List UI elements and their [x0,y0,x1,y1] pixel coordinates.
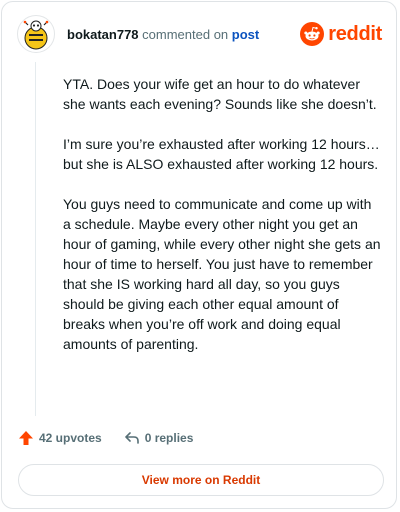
comment-paragraph: You guys need to communicate and come up… [63,196,381,352]
reddit-snoo-icon [300,22,325,46]
reply-button[interactable]: 0 replies [124,431,194,445]
username-link[interactable]: bokatan778 [67,27,139,42]
byline-action-text: commented on [138,26,232,42]
post-link[interactable]: post [232,27,259,42]
user-avatar[interactable] [17,15,55,53]
comment-paragraph: YTA. Does your wife get an hour to do wh… [63,76,377,112]
upvote-count: 42 upvotes [39,431,102,445]
reddit-wordmark: reddit [328,22,382,45]
comment-actions: 42 upvotes 0 replies [18,430,193,446]
reply-count: 0 replies [144,431,194,445]
embed-card: bokatan778 commented on post reddit YTA.… [1,1,397,509]
comment-paragraph: I’m sure you’re exhausted after working … [63,136,380,172]
comment-header: bokatan778 commented on post reddit [17,14,382,54]
thread-line [35,62,36,416]
upvote-button[interactable]: 42 upvotes [18,430,102,446]
comment-byline: bokatan778 commented on post [67,27,259,42]
reply-arrow-icon [124,432,139,444]
view-more-button[interactable]: View more on Reddit [18,464,384,496]
reddit-logo[interactable]: reddit [300,22,382,46]
snoo-avatar-icon [23,20,49,50]
comment-body: YTA. Does your wife get an hour to do wh… [63,74,381,374]
upvote-arrow-icon [19,431,33,445]
